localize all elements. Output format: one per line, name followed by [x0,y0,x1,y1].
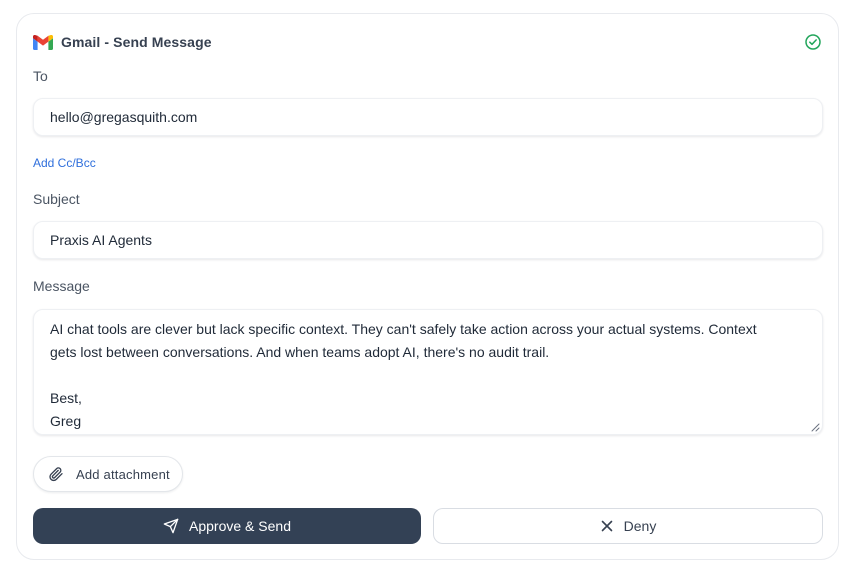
add-cc-bcc-link[interactable]: Add Cc/Bcc [33,156,96,170]
page-title: Gmail - Send Message [61,34,212,50]
approve-send-button[interactable]: Approve & Send [33,508,421,544]
message-line: gets lost between conversations. And whe… [50,344,550,360]
message-body: AI chat tools are clever but lack specif… [50,318,792,433]
message-line [50,364,792,387]
message-line: Best, [50,390,82,406]
paperclip-icon [48,466,64,482]
card-header: Gmail - Send Message [33,32,824,52]
send-message-card: Gmail - Send Message To hello@gregasquit… [16,13,839,560]
to-label: To [33,68,48,84]
deny-button[interactable]: Deny [433,508,823,544]
subject-field[interactable]: Praxis AI Agents [33,221,823,259]
gmail-logo-icon [33,34,53,50]
to-field[interactable]: hello@gregasquith.com [33,98,823,136]
to-field-value: hello@gregasquith.com [50,109,198,125]
add-attachment-button[interactable]: Add attachment [33,456,183,492]
message-label: Message [33,278,90,294]
message-textarea[interactable]: AI chat tools are clever but lack specif… [33,309,823,435]
send-icon [163,518,179,534]
approve-send-label: Approve & Send [189,518,291,534]
resize-handle-icon[interactable] [810,422,820,432]
close-icon [600,519,614,533]
subject-field-value: Praxis AI Agents [50,232,152,248]
message-line: AI chat tools are clever but lack specif… [50,321,757,337]
add-attachment-label: Add attachment [76,466,170,482]
deny-label: Deny [623,518,657,534]
subject-label: Subject [33,191,80,207]
message-line: Greg [50,413,82,429]
check-circle-icon [804,33,822,51]
